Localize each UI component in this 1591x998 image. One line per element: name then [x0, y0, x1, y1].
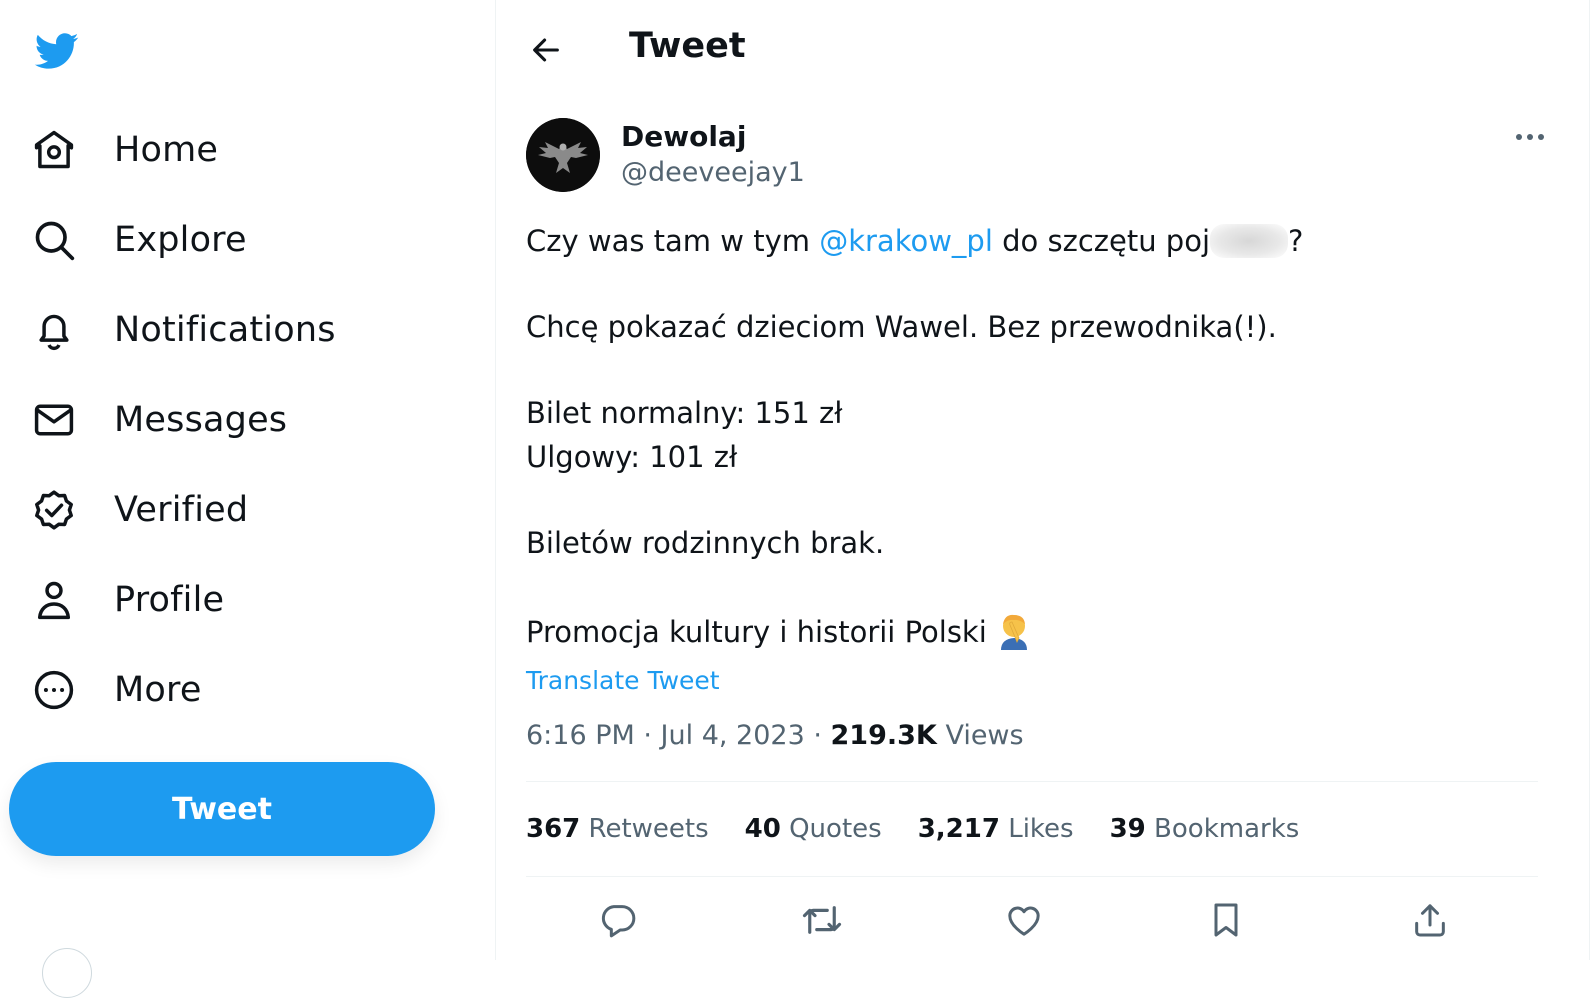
views-count: 219.3K — [830, 720, 937, 751]
retweet-icon[interactable] — [794, 892, 850, 948]
more-horizontal-icon[interactable] — [1506, 120, 1554, 154]
tweet-text-line-6: Promocja kultury i historii Polski — [526, 612, 1031, 650]
twitter-bird-icon[interactable] — [30, 28, 82, 74]
nav-label-explore: Explore — [114, 220, 247, 260]
tweet-text-segment: Promocja kultury i historii Polski — [526, 615, 987, 649]
nav-label-messages: Messages — [114, 400, 288, 440]
tweet-time[interactable]: 6:16 PM — [526, 720, 635, 751]
bookmarks-stat[interactable]: 39 Bookmarks — [1110, 814, 1300, 844]
tweet-text-line-4: Ulgowy: 101 zł — [526, 440, 738, 474]
tweet-date[interactable]: Jul 4, 2023 — [661, 720, 805, 751]
envelope-icon — [30, 396, 78, 444]
mention-link[interactable]: @krakow_pl — [819, 224, 993, 258]
tweet-text-line-5: Biletów rodzinnych brak. — [526, 526, 885, 560]
tweet-compose-button[interactable]: Tweet — [9, 762, 435, 856]
tweet-text-segment: ? — [1288, 224, 1304, 258]
eagle-emblem-avatar — [526, 118, 600, 192]
likes-count: 3,217 — [917, 814, 1000, 844]
nav-label-notifications: Notifications — [114, 310, 336, 350]
verified-badge-icon — [30, 486, 78, 534]
author-avatar[interactable] — [526, 118, 600, 192]
more-circle-icon — [30, 666, 78, 714]
bell-icon — [30, 306, 78, 354]
quotes-count: 40 — [744, 814, 781, 844]
nav-messages[interactable]: Messages — [30, 390, 287, 450]
tweet-text-segment: Czy was tam w tym — [526, 224, 820, 258]
nav-verified[interactable]: Verified — [30, 480, 248, 540]
divider — [526, 876, 1538, 877]
translate-tweet-link[interactable]: Translate Tweet — [526, 666, 720, 695]
facepalm-emoji — [997, 612, 1031, 650]
author-handle[interactable]: @deeveejay1 — [621, 157, 805, 188]
nav-home[interactable]: Home — [30, 120, 218, 180]
tweet-metadata: 6:16 PM · Jul 4, 2023 · 219.3K Views — [526, 720, 1024, 751]
bookmark-icon[interactable] — [1198, 892, 1254, 948]
sidebar: Home Explore Notifications Messages Veri… — [0, 0, 496, 998]
retweets-stat[interactable]: 367 Retweets — [526, 814, 709, 844]
home-icon — [30, 126, 78, 174]
author-name[interactable]: Dewolaj — [621, 120, 746, 153]
retweets-label: Retweets — [588, 814, 709, 844]
bookmarks-count: 39 — [1109, 814, 1146, 844]
quotes-label: Quotes — [789, 814, 882, 844]
account-switcher-avatar[interactable] — [42, 948, 92, 998]
divider — [526, 781, 1538, 782]
nav-more[interactable]: More — [30, 660, 202, 720]
page-title: Tweet — [629, 26, 746, 66]
tweet-text-line-1: Czy was tam w tym @krakow_pl do szczętu … — [526, 224, 1303, 258]
tweet-actions-bar — [586, 892, 1486, 948]
tweet-text-line-2: Chcę pokazać dzieciom Wawel. Bez przewod… — [526, 310, 1277, 344]
nav-profile[interactable]: Profile — [30, 570, 224, 630]
arrow-left-icon[interactable] — [526, 30, 566, 70]
quotes-stat[interactable]: 40 Quotes — [745, 814, 882, 844]
views-label: Views — [945, 720, 1024, 751]
like-icon[interactable] — [996, 892, 1052, 948]
bookmarks-label: Bookmarks — [1154, 814, 1300, 844]
meta-separator: · — [634, 720, 661, 751]
nav-explore[interactable]: Explore — [30, 210, 247, 270]
reply-icon[interactable] — [590, 892, 646, 948]
nav-label-profile: Profile — [114, 580, 225, 620]
tweet-detail-column: Tweet Dewolaj @deeveejay1 Czy was tam w … — [496, 0, 1590, 960]
share-icon[interactable] — [1402, 892, 1458, 948]
likes-stat[interactable]: 3,217 Likes — [918, 814, 1074, 844]
likes-label: Likes — [1008, 814, 1074, 844]
person-icon — [30, 576, 78, 624]
column-divider — [1589, 0, 1590, 960]
nav-notifications[interactable]: Notifications — [30, 300, 336, 360]
nav-label-more: More — [114, 670, 202, 710]
nav-label-verified: Verified — [114, 490, 249, 530]
search-icon — [30, 216, 78, 264]
blurred-word — [1210, 224, 1289, 258]
engagement-stats: 367 Retweets 40 Quotes 3,217 Likes 39 Bo… — [526, 814, 1299, 844]
tweet-text-segment: do szczętu poj — [992, 224, 1211, 258]
nav-label-home: Home — [114, 130, 219, 170]
tweet-text-line-3: Bilet normalny: 151 zł — [526, 396, 843, 430]
meta-separator: · — [804, 720, 831, 751]
retweets-count: 367 — [526, 814, 581, 844]
